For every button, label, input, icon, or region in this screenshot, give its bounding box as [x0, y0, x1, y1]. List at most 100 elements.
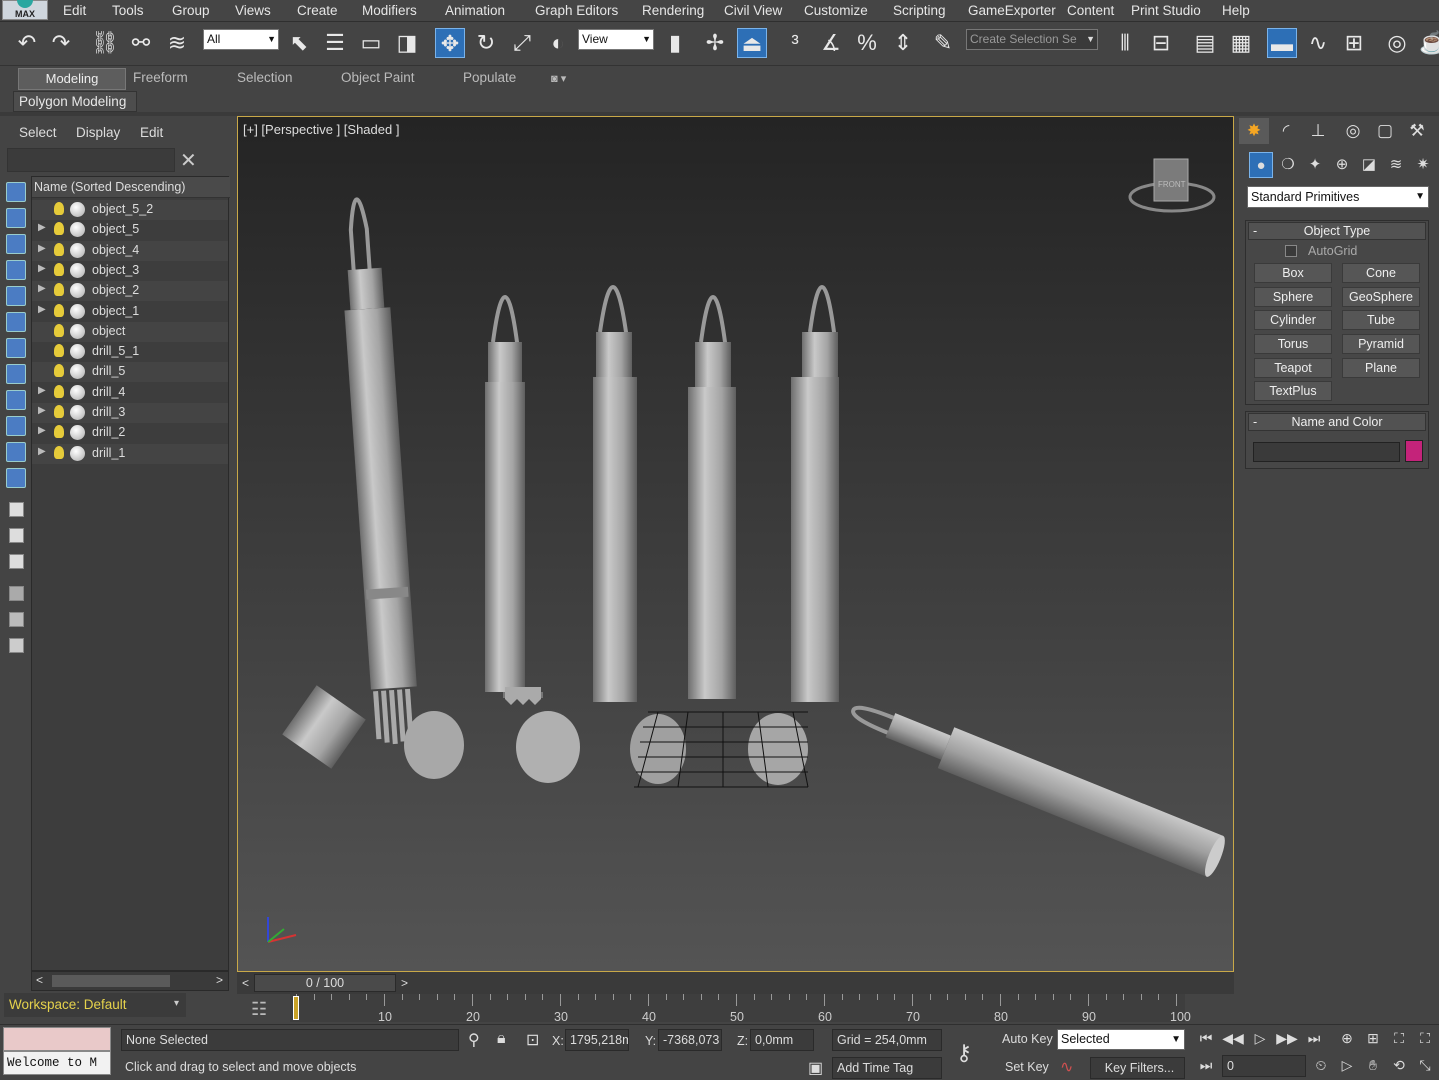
bind-spacewarp-icon[interactable]: ≋	[162, 28, 192, 58]
explorer-horizontal-scrollbar[interactable]: < >	[31, 971, 229, 991]
explorer-search-input[interactable]	[7, 148, 175, 172]
orbit-icon[interactable]: ⟲	[1388, 1057, 1410, 1077]
list-item[interactable]: ▶ object_1	[32, 302, 228, 322]
window-crossing-icon[interactable]: ◨	[392, 28, 422, 58]
name-column-header[interactable]: Name (Sorted Descending)	[32, 177, 230, 198]
percent-snap-icon[interactable]: %	[852, 28, 882, 58]
y-coordinate-field[interactable]: -7368,073	[658, 1029, 722, 1051]
spacewarps-category-icon[interactable]: ≋	[1384, 152, 1408, 178]
select-move-icon[interactable]: ✥	[435, 28, 465, 58]
zoom-extents-icon[interactable]: ⛶	[1388, 1030, 1410, 1050]
display-all-icon[interactable]	[9, 502, 24, 517]
explorer-menu-edit[interactable]: Edit	[140, 125, 163, 140]
hierarchy-tab-icon[interactable]: ⊥	[1303, 118, 1333, 144]
material-editor-icon[interactable]: ◎	[1382, 28, 1412, 58]
angle-snap-icon[interactable]: ∡	[816, 28, 846, 58]
visibility-bulb-icon[interactable]	[54, 364, 64, 378]
expand-arrow-icon[interactable]: ▶	[38, 425, 46, 436]
expand-arrow-icon[interactable]: ▶	[38, 405, 46, 416]
menu-rendering[interactable]: Rendering	[642, 3, 704, 18]
tab-freeform[interactable]: Freeform	[133, 70, 188, 85]
expand-arrow-icon[interactable]: ▶	[38, 263, 46, 274]
curve-editor-icon[interactable]: ∿	[1303, 28, 1333, 58]
time-slider[interactable]: 0 / 100	[254, 974, 396, 992]
textplus-button[interactable]: TextPlus	[1254, 381, 1332, 401]
explorer-menu-select[interactable]: Select	[19, 125, 57, 140]
menu-create[interactable]: Create	[297, 3, 338, 18]
undo-icon[interactable]: ↶	[12, 28, 42, 58]
pan-view-icon[interactable]: ✋︎	[1362, 1057, 1384, 1077]
add-time-tag-button[interactable]: Add Time Tag	[832, 1057, 942, 1079]
keyboard-shortcut-override-icon[interactable]: ⏏	[737, 28, 767, 58]
tab-modeling[interactable]: Modeling	[18, 68, 126, 90]
expand-arrow-icon[interactable]: ▶	[38, 446, 46, 457]
list-item[interactable]: ▶ object_4	[32, 240, 228, 261]
sphere-button[interactable]: Sphere	[1254, 287, 1332, 307]
redo-icon[interactable]: ↷	[46, 28, 76, 58]
spinner-snap-icon[interactable]: ⇕	[888, 28, 918, 58]
list-item[interactable]: ▶ drill_3	[32, 403, 228, 423]
create-tab-icon[interactable]: ✸	[1239, 118, 1269, 144]
sync-selection-icon[interactable]	[9, 638, 24, 653]
reference-coordinate-dropdown[interactable]: View ▼	[578, 29, 654, 50]
torus-button[interactable]: Torus	[1254, 334, 1332, 354]
systems-category-icon[interactable]: ✷	[1411, 152, 1435, 178]
visibility-bulb-icon[interactable]	[54, 242, 64, 256]
filter-icon[interactable]	[9, 586, 24, 601]
play-icon[interactable]: ▷	[1249, 1030, 1271, 1050]
menu-views[interactable]: Views	[235, 3, 271, 18]
cone-button[interactable]: Cone	[1342, 263, 1420, 283]
expand-arrow-icon[interactable]: ▶	[38, 304, 46, 315]
display-bones-icon[interactable]	[6, 390, 26, 410]
menu-group[interactable]: Group	[172, 3, 210, 18]
list-item[interactable]: ▶ object_5	[32, 220, 228, 240]
viewcube[interactable]: FRONT	[1128, 158, 1216, 213]
plane-button[interactable]: Plane	[1342, 358, 1420, 378]
link-icon[interactable]: ⛓	[90, 28, 120, 58]
pyramid-button[interactable]: Pyramid	[1342, 334, 1420, 354]
primitive-category-dropdown[interactable]: Standard Primitives ▼	[1247, 186, 1429, 208]
z-coordinate-field[interactable]: 0,0mm	[750, 1029, 814, 1051]
select-by-name-icon[interactable]: ☰	[320, 28, 350, 58]
visibility-bulb-icon[interactable]	[54, 202, 64, 215]
display-frozen-icon[interactable]	[6, 442, 26, 462]
absolute-mode-icon[interactable]: ⊡	[526, 1030, 539, 1050]
go-to-end-icon[interactable]: ⏭	[1303, 1030, 1325, 1050]
track-bar[interactable]: 10 20 30 40 50 60 70 80 90 100	[290, 994, 1191, 1024]
select-object-icon[interactable]: ⬉	[284, 28, 314, 58]
object-name-input[interactable]	[1253, 442, 1400, 462]
unlink-icon[interactable]: ⚯	[126, 28, 156, 58]
menu-modifiers[interactable]: Modifiers	[362, 3, 417, 18]
menu-graph-editors[interactable]: Graph Editors	[535, 3, 618, 18]
list-item[interactable]: drill_5	[32, 362, 228, 383]
named-selection-set-field[interactable]: Create Selection Se ▼	[966, 29, 1098, 50]
key-mode-dropdown[interactable]: Selected ▼	[1057, 1029, 1185, 1050]
display-invert-icon[interactable]	[9, 554, 24, 569]
expand-arrow-icon[interactable]: ▶	[38, 222, 46, 233]
time-configuration-icon[interactable]: ⏲	[1310, 1057, 1332, 1077]
menu-content[interactable]: Content	[1067, 3, 1114, 18]
lights-category-icon[interactable]: ✦	[1303, 152, 1327, 178]
explorer-menu-display[interactable]: Display	[76, 125, 120, 140]
display-spacewarps-icon[interactable]	[6, 312, 26, 332]
zoom-icon[interactable]: ⊕	[1336, 1030, 1358, 1050]
lock-selection-icon[interactable]: 🔒︎	[497, 1030, 506, 1048]
list-item[interactable]: ▶ object_2	[32, 281, 228, 302]
select-scale-icon[interactable]: ⤢	[507, 28, 537, 58]
modify-tab-icon[interactable]: ◜	[1271, 118, 1301, 144]
list-item[interactable]: drill_5_1	[32, 342, 228, 362]
rect-selection-icon[interactable]: ▭	[356, 28, 386, 58]
visibility-bulb-icon[interactable]	[54, 384, 64, 398]
teapot-button[interactable]: Teapot	[1254, 358, 1332, 378]
expand-arrow-icon[interactable]: ▶	[38, 385, 46, 396]
go-to-start-icon[interactable]: ⏮	[1195, 1030, 1217, 1050]
placement-icon[interactable]: ◐	[543, 28, 573, 58]
set-key-button[interactable]: Set Key	[1001, 1057, 1053, 1079]
ribbon-options-icon[interactable]: ◙ ▾	[551, 72, 566, 85]
expand-arrow-icon[interactable]: ▶	[38, 283, 46, 294]
next-frame-icon[interactable]: >	[401, 976, 408, 990]
geometry-category-icon[interactable]: ●	[1249, 152, 1273, 178]
object-type-rollout-header[interactable]: - Object Type	[1248, 222, 1426, 240]
menu-edit[interactable]: Edit	[63, 3, 86, 18]
edit-named-selection-icon[interactable]: ✎	[928, 28, 958, 58]
